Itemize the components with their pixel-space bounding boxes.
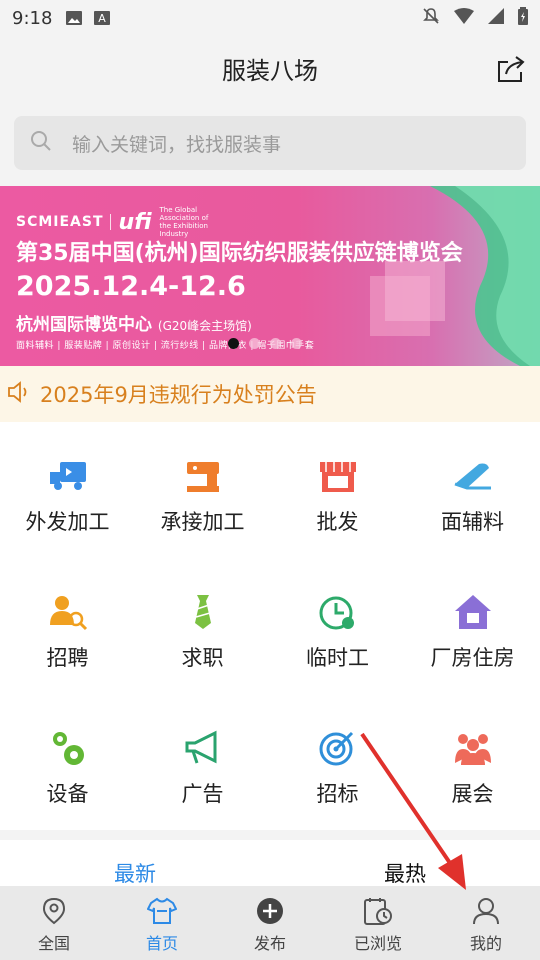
wifi-icon	[454, 7, 474, 29]
battery-icon	[518, 6, 528, 30]
nav-label: 我的	[469, 934, 502, 953]
category-outsource[interactable]: 外发加工	[0, 422, 135, 558]
category-housing[interactable]: 厂房住房	[405, 558, 540, 694]
search-icon	[30, 130, 52, 156]
category-label: 招聘	[46, 646, 89, 670]
banner-venue-name: 杭州国际博览中心	[16, 315, 152, 335]
text-notification-icon: A	[94, 11, 111, 25]
category-job-seek[interactable]: 求职	[135, 558, 270, 694]
tshirt-icon	[147, 896, 177, 926]
nav-publish[interactable]: 发布	[216, 886, 324, 960]
banner-pager	[228, 338, 302, 349]
people-icon	[453, 728, 493, 768]
category-label: 广告	[181, 782, 224, 806]
user-icon	[471, 896, 501, 926]
category-label: 展会	[451, 782, 494, 806]
gears-icon	[48, 728, 88, 768]
megaphone-icon	[183, 728, 223, 768]
category-temp-work[interactable]: 临时工	[270, 558, 405, 694]
target-icon	[318, 728, 358, 768]
category-equipment[interactable]: 设备	[0, 694, 135, 830]
truck-icon	[48, 456, 88, 496]
notice-bar[interactable]: 2025年9月违规行为处罚公告	[0, 366, 540, 422]
tab-latest[interactable]: 最新	[0, 840, 270, 886]
search-placeholder: 输入关键词，找找服装事	[72, 133, 282, 156]
search-section: 输入关键词，找找服装事	[0, 100, 540, 186]
category-wholesale[interactable]: 批发	[270, 422, 405, 558]
notice-text: 2025年9月违规行为处罚公告	[40, 383, 317, 407]
banner-decoration	[370, 186, 540, 366]
banner-venue-note: (G20峰会主场馆)	[157, 319, 252, 333]
page-title: 服装八场	[222, 56, 318, 85]
category-expo[interactable]: 展会	[405, 694, 540, 830]
nav-label: 全国	[37, 934, 70, 953]
pager-dot[interactable]	[270, 338, 281, 349]
category-fabric[interactable]: 面辅料	[405, 422, 540, 558]
nav-mine[interactable]: 我的	[432, 886, 540, 960]
pager-dot[interactable]	[291, 338, 302, 349]
image-notification-icon	[66, 11, 83, 25]
history-icon	[363, 896, 393, 926]
banner-logos: SCMIEAST ufi The Global Association of t…	[16, 206, 220, 238]
banner-venue: 杭州国际博览中心 (G20峰会主场馆)	[16, 310, 252, 335]
category-contract[interactable]: 承接加工	[135, 422, 270, 558]
nav-nationwide[interactable]: 全国	[0, 886, 108, 960]
speaker-icon	[6, 379, 32, 409]
pager-dot[interactable]	[249, 338, 260, 349]
recruit-icon	[48, 592, 88, 632]
signal-icon	[488, 7, 504, 29]
category-label: 求职	[181, 646, 224, 670]
nav-home[interactable]: 首页	[108, 886, 216, 960]
search-input[interactable]: 输入关键词，找找服装事	[14, 116, 526, 170]
house-icon	[453, 592, 493, 632]
category-ads[interactable]: 广告	[135, 694, 270, 830]
nav-label: 首页	[145, 934, 178, 953]
nav-label: 已浏览	[353, 934, 402, 953]
svg-text:A: A	[99, 12, 107, 25]
fabric-roll-icon	[453, 456, 493, 496]
location-pin-icon	[39, 896, 69, 926]
category-label: 承接加工	[160, 510, 245, 534]
pager-dot[interactable]	[228, 338, 239, 349]
expo-logo: SCMIEAST	[16, 214, 111, 230]
category-label: 设备	[46, 782, 89, 806]
nav-history[interactable]: 已浏览	[324, 886, 432, 960]
banner-date: 2025.12.4-12.6	[16, 271, 246, 302]
ufi-logo: ufi	[118, 209, 152, 235]
status-bar: 9:18 A	[0, 0, 540, 36]
share-icon[interactable]	[496, 54, 526, 84]
tie-icon	[183, 592, 223, 632]
category-label: 厂房住房	[430, 646, 515, 670]
category-label: 批发	[316, 510, 359, 534]
clock-icon	[318, 592, 358, 632]
mute-icon	[422, 7, 440, 30]
plus-circle-icon	[255, 896, 285, 926]
category-label: 外发加工	[25, 510, 110, 534]
category-tender[interactable]: 招标	[270, 694, 405, 830]
nav-label: 发布	[253, 934, 286, 953]
category-label: 招标	[316, 782, 359, 806]
category-grid: 外发加工 承接加工 批发 面辅料 招聘 求职 临时工 厂房住房 设备 广告 招标…	[0, 422, 540, 830]
status-time: 9:18	[12, 7, 53, 29]
shop-icon	[318, 456, 358, 496]
category-recruit[interactable]: 招聘	[0, 558, 135, 694]
title-bar: 服装八场	[0, 36, 540, 100]
tab-hottest[interactable]: 最热	[270, 840, 540, 886]
ufi-subtitle: The Global Association of the Exhibition…	[159, 206, 209, 238]
bottom-nav: 全国 首页 发布 已浏览 我的	[0, 886, 540, 960]
category-label: 面辅料	[441, 510, 504, 534]
category-label: 临时工	[306, 646, 369, 670]
sewing-machine-icon	[183, 456, 223, 496]
feed-tabs: 最新 最热	[0, 840, 540, 886]
